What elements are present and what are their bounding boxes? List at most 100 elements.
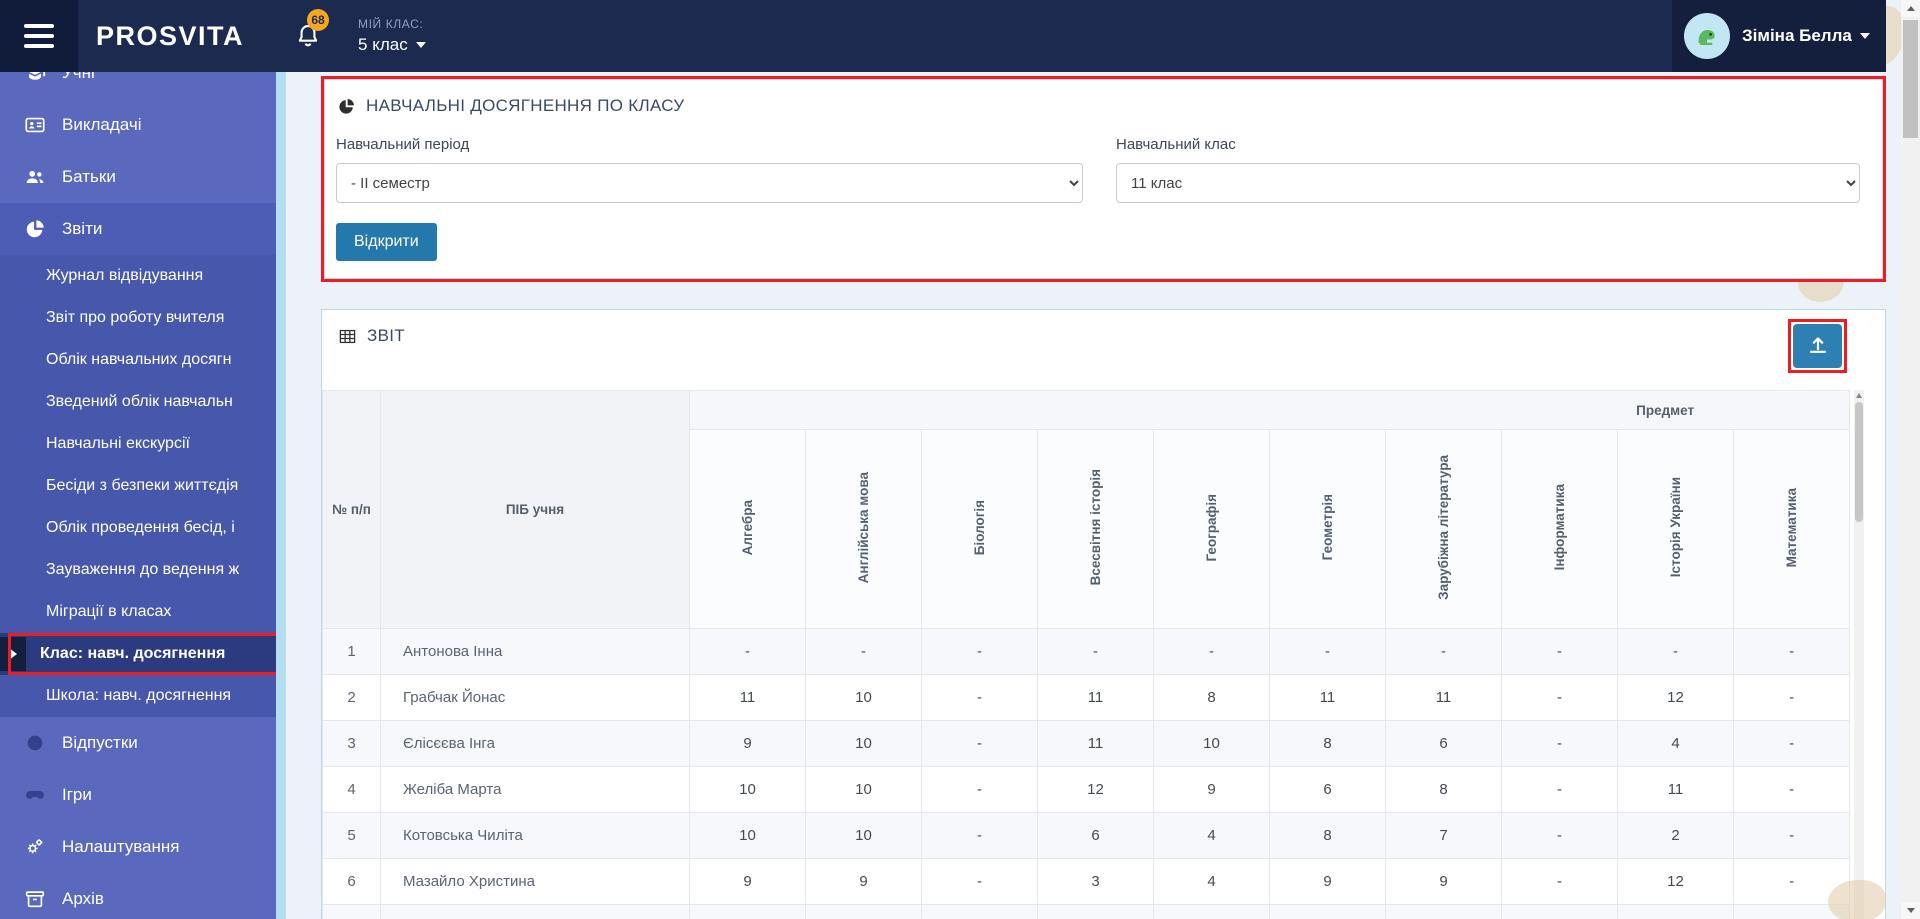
sidebar-item-label: Викладачі (62, 115, 142, 134)
app-header: PROSVITA 68 МІЙ КЛАС: 5 клас Зіміна Белл… (0, 0, 1886, 72)
student-row: 3 Єлісєєва Інга 9 10-11 10 8 6-4- (322, 720, 1851, 767)
sidebar-item-label: Учні (62, 72, 95, 82)
mark-cell: 11 (1037, 674, 1154, 721)
filters-row: Навчальний період - ІІ семестр Навчальни… (325, 116, 1882, 203)
sidebar-item-talks-record[interactable]: Облік проведення бесід, і (0, 507, 276, 549)
mark-cell: 8 (689, 904, 806, 919)
sidebar-item-reports[interactable]: Звіти (0, 203, 276, 255)
sidebar-item-label: Бесіди з безпеки життєдія (46, 477, 239, 494)
sidebar-item-class-migrations[interactable]: Міграції в класах (0, 591, 276, 633)
mark-cell: 10 (1153, 720, 1270, 767)
user-menu[interactable]: Зіміна Белла (1672, 0, 1886, 72)
mark-cell: 3 (1037, 858, 1154, 905)
student-row: 7Петровський Казбек89-91244-6- (322, 904, 1851, 919)
sidebar-item-achievements-record[interactable]: Облік навчальних досягн (0, 339, 276, 381)
row-number-cell: 4 (322, 766, 381, 813)
report-table-head: № п/п ПІБ учня Предмет Алгебра Англійська мо… (322, 390, 1851, 629)
student-row: 5 Котовська Чиліта 10 10-6 4 8 7-2- (322, 812, 1851, 859)
mark-cell: - (1732, 766, 1851, 813)
page-scrollbar[interactable] (1901, 0, 1920, 919)
sidebar-item-vacations[interactable]: Відпустки (0, 717, 276, 769)
scrollbar-up-button[interactable] (1901, 0, 1920, 17)
mark-cell: - (1501, 904, 1618, 919)
filters-panel-annotation: НАВЧАЛЬНІ ДОСЯГНЕННЯ ПО КЛАСУ Навчальний… (321, 76, 1886, 282)
mark-cell: 9 (1269, 858, 1386, 905)
sidebar-item-label: Батьки (62, 167, 116, 186)
sidebar-item-safety-talks[interactable]: Бесіди з безпеки життєдія (0, 465, 276, 507)
page-scrollbar-thumb[interactable] (1903, 20, 1918, 138)
table-scrollbar-thumb[interactable] (1855, 402, 1863, 522)
mark-cell: 10 (805, 720, 922, 767)
subject-column-header-label: Англійська мова (855, 471, 871, 584)
mark-cell: - (1501, 858, 1618, 905)
period-select[interactable]: - ІІ семестр (336, 163, 1083, 203)
scroll-up-icon (1856, 393, 1862, 398)
class-field: Навчальний клас 11 клас (1116, 136, 1860, 203)
report-panel-title: ЗВІТ (338, 326, 405, 346)
row-number-cell: 3 (322, 720, 381, 767)
mark-cell: 7 (1385, 812, 1502, 859)
sidebar-item-label: Журнал відвідування (46, 267, 204, 284)
chevron-down-icon (415, 42, 426, 48)
users-icon (24, 166, 46, 188)
sidebar-item-settings[interactable]: Налаштування (0, 821, 276, 873)
my-class-selector[interactable]: МІЙ КЛАС: 5 клас (358, 17, 426, 55)
mark-cell: 12 (1037, 766, 1154, 813)
upload-icon (1806, 333, 1830, 360)
my-class-label: МІЙ КЛАС: (358, 17, 424, 31)
sidebar-item-teacher-work-report[interactable]: Звіт про роботу вчителя (0, 297, 276, 339)
notifications-button[interactable]: 68 (294, 9, 330, 50)
sidebar-item-attendance-journal[interactable]: Журнал відвідування (0, 255, 276, 297)
sidebar-item-excursions[interactable]: Навчальні екскурсії (0, 423, 276, 465)
circle-icon (24, 732, 46, 754)
mark-cell: 4 (1269, 904, 1386, 919)
sidebar-item-school-achievements[interactable]: Школа: навч. досягнення (0, 675, 276, 717)
sidebar-scrollbar[interactable] (276, 72, 286, 919)
mark-cell: 11 (1037, 720, 1154, 767)
mark-cell: - (1617, 628, 1734, 675)
scrollbar-down-button[interactable] (1901, 902, 1920, 919)
mark-cell: - (805, 628, 922, 675)
sidebar-item-label: Навчальні екскурсії (46, 435, 190, 452)
subject-column-header-label: Географія (1203, 493, 1219, 562)
subject-column-header: Геометрія (1269, 429, 1386, 629)
open-button[interactable]: Відкрити (336, 223, 437, 261)
gears-icon (24, 836, 46, 858)
mark-cell: - (1501, 766, 1618, 813)
subject-column-header-label: Інформатика (1551, 484, 1567, 571)
sidebar-item-label: Школа: навч. досягнення (46, 687, 232, 704)
mark-cell: - (1269, 628, 1386, 675)
mark-cell: - (921, 674, 1038, 721)
chevron-down-icon (1859, 33, 1870, 39)
sidebar-item-games[interactable]: Ігри (0, 769, 276, 821)
sidebar-item-class-achievements[interactable]: Клас: навч. досягнення (0, 633, 276, 675)
mark-cell: 12 (1153, 904, 1270, 919)
subject-column-header: Історія України (1617, 429, 1734, 629)
sidebar-item-parents[interactable]: Батьки (0, 151, 276, 203)
pie-chart-icon (24, 218, 46, 240)
sidebar-item-summary-achievements[interactable]: Зведений облік навчальн (0, 381, 276, 423)
class-select[interactable]: 11 клас (1116, 163, 1860, 203)
mark-cell: 6 (1269, 766, 1386, 813)
sidebar-item-teachers[interactable]: Викладачі (0, 99, 276, 151)
sidebar-item-journal-remarks[interactable]: Зауваження до ведення ж (0, 549, 276, 591)
sidebar-item-students[interactable]: Учні (0, 72, 276, 99)
mark-cell: 4 (1153, 812, 1270, 859)
mark-cell: - (1501, 674, 1618, 721)
mark-cell: - (1732, 674, 1851, 721)
student-name-cell: Єлісєєва Інга (380, 720, 690, 767)
menu-toggle-button[interactable] (0, 0, 78, 72)
sidebar-item-archive[interactable]: Архів (0, 873, 276, 919)
mark-cell: 6 (1617, 904, 1734, 919)
period-label: Навчальний період (336, 136, 470, 153)
student-name-cell: Мазайло Христина (380, 858, 690, 905)
report-table-wrap: № п/п ПІБ учня Предмет Алгебра Англійська мо… (322, 390, 1851, 919)
table-scrollbar[interactable] (1854, 390, 1864, 919)
row-number-cell: 2 (322, 674, 381, 721)
sidebar-item-label: Звіт про роботу вчителя (46, 309, 225, 326)
filters-panel: НАВЧАЛЬНІ ДОСЯГНЕННЯ ПО КЛАСУ Навчальний… (324, 79, 1883, 279)
sidebar-item-label: Облік проведення бесід, і (46, 519, 235, 536)
student-row: 2 Грабчак Йонас 11 10-11 8 11 11-12- (322, 674, 1851, 721)
export-button[interactable] (1793, 324, 1842, 368)
sidebar-item-label: Налаштування (62, 837, 180, 856)
